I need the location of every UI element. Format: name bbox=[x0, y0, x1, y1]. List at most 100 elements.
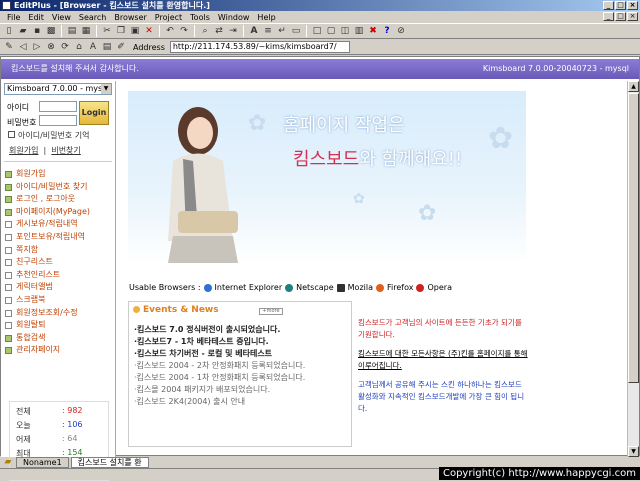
maximize-button[interactable]: □ bbox=[615, 1, 626, 10]
stat-value: : 982 bbox=[62, 406, 83, 415]
close-doc-icon[interactable]: ✖ bbox=[367, 25, 379, 37]
help-icon[interactable]: ? bbox=[381, 25, 393, 37]
tab-browser[interactable]: 킴스보드 설치를 환 bbox=[70, 456, 149, 468]
font-size-icon[interactable]: A bbox=[87, 41, 99, 53]
nav-item[interactable]: 쪽지함 bbox=[5, 245, 115, 256]
undo-icon[interactable]: ↶ bbox=[164, 25, 176, 37]
save-icon[interactable]: ▪ bbox=[31, 25, 43, 37]
line-number-icon[interactable]: ≡ bbox=[262, 25, 274, 37]
cut-icon[interactable]: ✂ bbox=[101, 25, 113, 37]
font-icon[interactable]: A bbox=[248, 25, 260, 37]
password-input[interactable] bbox=[39, 115, 77, 126]
nav-item[interactable]: 포인트보유/적립내역 bbox=[5, 232, 115, 243]
news-item[interactable]: ·킴스보드 2K4(2004) 출시 안내 bbox=[134, 396, 348, 408]
close-button[interactable]: × bbox=[627, 1, 638, 10]
address-input[interactable]: http://211.174.53.89/~kims/kimsboard7/ bbox=[169, 41, 350, 53]
menu-window[interactable]: Window bbox=[214, 13, 254, 22]
paste-icon[interactable]: ▣ bbox=[129, 25, 141, 37]
forward-icon[interactable]: ▷ bbox=[31, 41, 43, 53]
refresh-icon[interactable]: ⟳ bbox=[59, 41, 71, 53]
nav-item[interactable]: 게시보유/적립내역 bbox=[5, 219, 115, 230]
join-link[interactable]: 회원가입 bbox=[9, 146, 38, 155]
sub-bullet-icon bbox=[5, 309, 12, 317]
pen-icon[interactable]: ✎ bbox=[3, 41, 15, 53]
remember-checkbox[interactable] bbox=[8, 131, 15, 138]
find-password-link[interactable]: 비번찾기 bbox=[51, 146, 80, 155]
netscape-icon bbox=[285, 283, 294, 292]
tab-noname1[interactable]: Noname1 bbox=[16, 456, 69, 468]
redo-icon[interactable]: ↷ bbox=[178, 25, 190, 37]
browser-toolbar: ✎ ◁ ▷ ⊗ ⟳ ⌂ A ▤ ✐ Address http://211.174… bbox=[0, 40, 640, 55]
nav-item[interactable]: 로그인 , 로그아웃 bbox=[5, 194, 115, 205]
nav-item[interactable]: 친구리스트 bbox=[5, 257, 115, 268]
back-icon[interactable]: ◁ bbox=[17, 41, 29, 53]
news-item[interactable]: ·킴스몰 2004 패키지가 배포되었습니다. bbox=[134, 384, 348, 396]
context-help-icon[interactable]: ⊘ bbox=[395, 25, 407, 37]
delete-icon[interactable]: ✕ bbox=[143, 25, 155, 37]
window-cascade-icon[interactable]: ▢ bbox=[325, 25, 337, 37]
find-icon[interactable]: ⌕ bbox=[199, 25, 211, 37]
stat-label: 오늘 bbox=[16, 421, 31, 430]
print-icon[interactable]: ▤ bbox=[66, 25, 78, 37]
copyright-watermark: Copyright(c) http://www.happycgi.com bbox=[438, 467, 640, 480]
window-tile-icon[interactable]: □ bbox=[311, 25, 323, 37]
id-input[interactable] bbox=[39, 101, 77, 112]
replace-icon[interactable]: ⇄ bbox=[213, 25, 225, 37]
nav-item[interactable]: 회원탈퇴 bbox=[5, 320, 115, 331]
sub-bullet-icon bbox=[5, 221, 12, 229]
view-source-icon[interactable]: ▤ bbox=[101, 41, 113, 53]
stat-label: 어제 bbox=[16, 435, 31, 444]
menu-project[interactable]: Project bbox=[151, 13, 186, 22]
doc-minimize-button[interactable]: _ bbox=[603, 12, 614, 21]
dropdown-arrow-icon[interactable]: ▼ bbox=[101, 84, 111, 94]
nav-item[interactable]: 추천인리스트 bbox=[5, 270, 115, 281]
word-wrap-icon[interactable]: ↵ bbox=[276, 25, 288, 37]
open-folder-icon[interactable]: ▰ bbox=[17, 25, 29, 37]
login-button[interactable]: Login bbox=[79, 101, 109, 125]
folder-icon[interactable]: ▰ bbox=[2, 456, 14, 468]
doc-close-button[interactable]: × bbox=[627, 12, 638, 21]
nav-item[interactable]: 마이페이지(MyPage) bbox=[5, 207, 115, 218]
goto-icon[interactable]: ⇥ bbox=[227, 25, 239, 37]
stop-icon[interactable]: ⊗ bbox=[45, 41, 57, 53]
news-item[interactable]: ·킴스보드 2004 - 1차 안정화패치 등록되었습니다. bbox=[134, 372, 348, 384]
menu-help[interactable]: Help bbox=[253, 13, 279, 22]
nav-item[interactable]: 게릭터앨범 bbox=[5, 282, 115, 293]
info-paragraph-2[interactable]: 킴스보드에 대한 모든사항은 (주)킨를 홈페이지를 통해 이루어집니다. bbox=[358, 348, 530, 372]
nav-item[interactable]: 관리자페이지 bbox=[5, 345, 115, 356]
menu-search[interactable]: Search bbox=[75, 13, 110, 22]
menu-edit[interactable]: Edit bbox=[24, 13, 48, 22]
nav-item[interactable]: 회원정보조회/수정 bbox=[5, 308, 115, 319]
ruler-icon[interactable]: ▭ bbox=[290, 25, 302, 37]
edit-page-icon[interactable]: ✐ bbox=[115, 41, 127, 53]
nav-item[interactable]: 회원가입 bbox=[5, 169, 115, 180]
browsers-label: Usable Browsers : bbox=[129, 283, 201, 292]
vertical-scrollbar[interactable]: ▲ ▼ bbox=[627, 81, 639, 457]
nav-item[interactable]: 통합검색 bbox=[5, 333, 115, 344]
save-all-icon[interactable]: ▩ bbox=[45, 25, 57, 37]
scroll-thumb[interactable] bbox=[628, 93, 639, 383]
preview-icon[interactable]: ▦ bbox=[80, 25, 92, 37]
window-list-icon[interactable]: ▥ bbox=[353, 25, 365, 37]
version-select[interactable]: Kimsboard 7.0.00 - mysql ▼ bbox=[4, 83, 112, 95]
copy-icon[interactable]: ❐ bbox=[115, 25, 127, 37]
menu-tools[interactable]: Tools bbox=[186, 13, 214, 22]
nav-item[interactable]: 스크랩북 bbox=[5, 295, 115, 306]
scroll-up-icon[interactable]: ▲ bbox=[628, 81, 639, 92]
events-more-button[interactable]: +more bbox=[259, 308, 283, 315]
window-split-icon[interactable]: ◫ bbox=[339, 25, 351, 37]
news-item[interactable]: ·킴스보드 차기버전 - 로컬 및 베타테스트 bbox=[134, 348, 348, 360]
news-item[interactable]: ·킴스보드 7.0 정식버전이 출시되었습니다. bbox=[134, 324, 348, 336]
new-file-icon[interactable]: ▯ bbox=[3, 25, 15, 37]
news-item[interactable]: ·킴스보드7 - 1차 베타테스트 중입니다. bbox=[134, 336, 348, 348]
minimize-button[interactable]: _ bbox=[603, 1, 614, 10]
home-icon[interactable]: ⌂ bbox=[73, 41, 85, 53]
menu-browser[interactable]: Browser bbox=[110, 13, 150, 22]
left-sidebar: Kimsboard 7.0.00 - mysql ▼ 아이디 비밀번호 Logi… bbox=[1, 81, 116, 481]
news-item[interactable]: ·킴스보드 2004 - 2차 안정화패치 등록되었습니다. bbox=[134, 360, 348, 372]
doc-restore-button[interactable]: □ bbox=[615, 12, 626, 21]
menu-view[interactable]: View bbox=[48, 13, 75, 22]
nav-item[interactable]: 아이디/비밀번호 찾기 bbox=[5, 182, 115, 193]
main-toolbar: ▯ ▰ ▪ ▩ ▤ ▦ ✂ ❐ ▣ ✕ ↶ ↷ ⌕ ⇄ ⇥ A ≡ ↵ ▭ □ … bbox=[0, 23, 640, 39]
menu-file[interactable]: File bbox=[3, 13, 24, 22]
